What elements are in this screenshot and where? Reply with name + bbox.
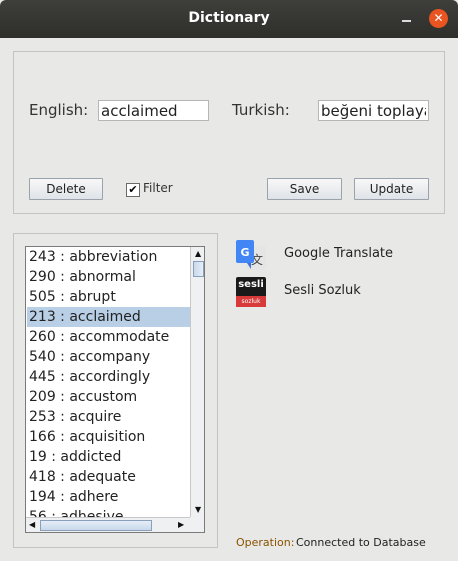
status-value: Connected to Database (296, 536, 426, 549)
sesli-logo-text: sesli (238, 279, 264, 290)
english-label: English: (29, 101, 89, 119)
sesli-logo-sub: sozluk (236, 296, 266, 307)
status-label: Operation: (236, 536, 295, 549)
google-translate-label: Google Translate (284, 246, 394, 261)
list-item[interactable]: 194 : adhere (27, 487, 191, 507)
turkish-label: Turkish: (232, 101, 290, 119)
google-translate-icon: 文 G (236, 240, 266, 270)
english-field[interactable] (98, 100, 209, 121)
list-item[interactable]: 290 : abnormal (27, 267, 191, 287)
filter-checkbox[interactable]: ✔ (126, 183, 140, 197)
turkish-field[interactable] (318, 100, 429, 121)
list-item[interactable]: 19 : addicted (27, 447, 191, 467)
close-button[interactable]: ✕ (429, 9, 448, 28)
scroll-up-icon[interactable]: ▲ (195, 249, 201, 258)
save-button[interactable]: Save (267, 178, 342, 200)
scroll-left-icon[interactable]: ◀ (29, 520, 35, 529)
sesli-sozluk-label: Sesli Sozluk (284, 283, 361, 298)
vertical-scrollbar[interactable]: ▲ ▼ (190, 247, 204, 517)
list-item[interactable]: 505 : abrupt (27, 287, 191, 307)
list-item[interactable]: 418 : adequate (27, 467, 191, 487)
list-item[interactable]: 166 : acquisition (27, 427, 191, 447)
svg-text:G: G (240, 246, 249, 259)
word-list[interactable]: 243 : abbreviation 290 : abnormal 505 : ab… (25, 246, 205, 533)
delete-button[interactable]: Delete (29, 178, 103, 200)
list-item[interactable]: 213 : acclaimed (27, 307, 191, 327)
list-item[interactable]: 445 : accordingly (27, 367, 191, 387)
horizontal-scrollbar[interactable]: ◀ ▶ (26, 517, 190, 532)
sesli-sozluk-icon: sesli sozluk (236, 277, 266, 307)
sesli-sozluk-link[interactable]: sesli sozluk Sesli Sozluk (236, 277, 426, 307)
list-item[interactable]: 253 : acquire (27, 407, 191, 427)
list-item[interactable]: 209 : accustom (27, 387, 191, 407)
title-bar: Dictionary ✕ (0, 0, 458, 38)
google-translate-link[interactable]: 文 G Google Translate (236, 240, 426, 270)
list-item[interactable]: 260 : accommodate (27, 327, 191, 347)
update-button[interactable]: Update (354, 178, 429, 200)
vertical-scroll-thumb[interactable] (193, 261, 204, 277)
list-item[interactable]: 540 : accompany (27, 347, 191, 367)
filter-label: Filter (143, 181, 173, 195)
list-item[interactable]: 243 : abbreviation (27, 247, 191, 267)
scroll-down-icon[interactable]: ▼ (195, 505, 201, 514)
scroll-right-icon[interactable]: ▶ (178, 520, 184, 529)
window-title: Dictionary (188, 10, 270, 26)
scroll-corner (190, 517, 204, 532)
minimize-button[interactable] (400, 10, 414, 28)
horizontal-scroll-thumb[interactable] (40, 520, 152, 531)
